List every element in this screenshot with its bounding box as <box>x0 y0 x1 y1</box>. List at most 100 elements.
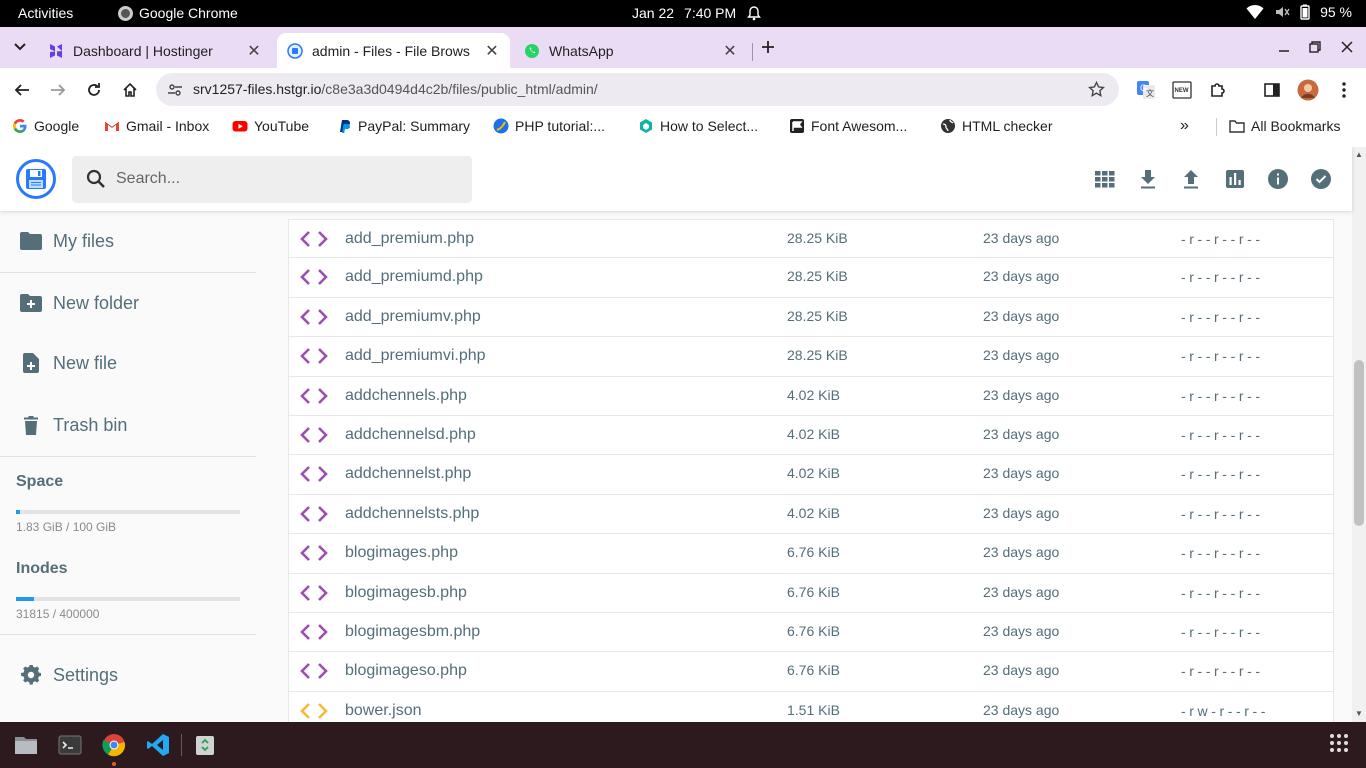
tab-hostinger[interactable]: Dashboard | Hostinger ✕ <box>38 33 272 68</box>
upload-button[interactable] <box>1179 167 1203 191</box>
reload-button[interactable] <box>82 78 106 102</box>
home-button[interactable] <box>118 78 142 102</box>
url-path: /c8e3a3d0494d4c2b/files/public_html/admi… <box>321 81 598 97</box>
news-extension[interactable]: NEW <box>1171 79 1193 101</box>
file-size: 28.25 KiB <box>787 230 848 246</box>
tab-title: Dashboard | Hostinger <box>73 42 213 59</box>
switch-view-button[interactable] <box>1093 167 1117 191</box>
avatar-icon <box>1297 79 1319 101</box>
puzzle-icon <box>1211 83 1225 97</box>
trash-app-icon[interactable] <box>193 733 217 757</box>
file-row[interactable]: blogimagesb.php 6.76 KiB 23 days ago -r--r-… <box>288 573 1334 613</box>
bookmark-gmail[interactable]: Gmail - Inbox <box>104 118 209 134</box>
all-bookmarks-button[interactable]: All Bookmarks <box>1229 118 1340 134</box>
bookmark-label: Google <box>34 118 80 134</box>
bookmark-paypal[interactable]: PayPal: Summary <box>336 118 470 134</box>
file-row[interactable]: addchennels.php 4.02 KiB 23 days ago -r--r-… <box>288 376 1334 416</box>
chrome-icon <box>118 5 133 21</box>
file-row[interactable]: addchennelst.php 4.02 KiB 23 days ago -r--r… <box>288 455 1334 495</box>
bookmark-google[interactable]: Google <box>12 118 79 134</box>
chrome-app-icon[interactable] <box>102 733 126 757</box>
back-button[interactable] <box>10 78 34 102</box>
file-row[interactable]: blogimageso.php 6.76 KiB 23 days ago -r--r-… <box>288 652 1334 692</box>
vscode-app-icon[interactable] <box>146 733 170 757</box>
bookmarks-overflow-button[interactable]: » <box>1180 117 1189 135</box>
bookmark-font-awesome[interactable]: Font Awesom... <box>789 118 907 134</box>
svg-text:文: 文 <box>1146 88 1154 98</box>
new-tab-button[interactable] <box>756 35 780 59</box>
extensions-button[interactable] <box>1207 79 1229 101</box>
kebab-menu-icon <box>1342 82 1346 98</box>
select-multiple-button[interactable] <box>1309 167 1333 191</box>
tab-search-button[interactable] <box>8 35 32 59</box>
file-permissions: -rw-r--r-- <box>1181 702 1270 719</box>
search-input[interactable] <box>116 168 456 190</box>
active-app-indicator[interactable]: Google Chrome <box>118 5 238 21</box>
address-bar[interactable]: srv1257-files.hstgr.io/c8e3a3d0494d4c2b/… <box>156 73 1119 106</box>
volume-muted-icon <box>1276 7 1290 17</box>
sidebar-item-new-file[interactable]: New file <box>0 333 256 393</box>
sidebar-item-settings[interactable]: Settings <box>0 645 256 705</box>
file-row[interactable]: blogimagesbm.php 6.76 KiB 23 days ago -r--r… <box>288 612 1334 653</box>
dock-separator <box>181 734 182 756</box>
close-icon[interactable]: ✕ <box>482 41 502 61</box>
search-box[interactable] <box>72 156 472 203</box>
file-size: 1.51 KiB <box>787 701 840 718</box>
space-usage-fill <box>16 510 21 514</box>
bookmark-php-tutorial[interactable]: PHP tutorial:... <box>493 118 605 134</box>
terminal-app-icon[interactable] <box>58 733 82 757</box>
google-translate-extension[interactable]: G文 <box>1135 79 1157 101</box>
sidebar-item-trash-bin[interactable]: Trash bin <box>0 395 256 455</box>
chrome-menu-button[interactable] <box>1333 79 1355 101</box>
all-bookmarks-separator <box>1216 118 1217 136</box>
download-button[interactable] <box>1136 167 1160 191</box>
system-tray[interactable]: 95 % <box>1246 4 1352 20</box>
wifi-icon <box>1246 4 1264 19</box>
file-name: add_premiumvi.php <box>345 347 486 365</box>
disk-usage-button[interactable] <box>1223 167 1247 191</box>
page-scrollbar[interactable]: ▲ ▼ <box>1352 147 1366 722</box>
info-button[interactable] <box>1266 167 1290 191</box>
file-row[interactable]: add_premium.php 28.25 KiB 23 days ago -r--r… <box>288 219 1334 259</box>
bookmark-how-to-select[interactable]: How to Select... <box>638 118 758 134</box>
close-window-button[interactable] <box>1335 35 1359 59</box>
sidebar-item-new-folder[interactable]: New folder <box>0 273 256 333</box>
file-permissions: -r--r--r-- <box>1181 505 1264 522</box>
sidebar-item-my-files[interactable]: My files <box>0 211 256 271</box>
sidebar-item-label: My files <box>53 230 115 251</box>
bookmark-youtube[interactable]: YouTube <box>232 118 309 134</box>
side-panel-button[interactable] <box>1261 79 1283 101</box>
close-icon[interactable]: ✕ <box>720 41 740 61</box>
filebrowser-logo[interactable] <box>16 159 56 199</box>
code-icon <box>300 427 328 443</box>
tab-file-browser[interactable]: admin - Files - File Brows ✕ <box>277 33 510 68</box>
scrollbar-thumb[interactable] <box>1354 360 1364 526</box>
note-add-icon <box>19 351 43 375</box>
minimize-button[interactable] <box>1272 35 1296 59</box>
files-app-icon[interactable] <box>14 733 38 757</box>
file-name: addchennelsts.php <box>345 504 480 522</box>
site-settings-icon[interactable] <box>167 82 183 98</box>
file-row[interactable]: blogimages.php 6.76 KiB 23 days ago -r--r--… <box>288 534 1334 574</box>
show-apps-button[interactable] <box>1329 733 1353 757</box>
bookmark-html-checker[interactable]: HTML checker <box>940 118 1053 134</box>
file-row[interactable]: bower.json 1.51 KiB 23 days ago -rw-r--r-- <box>288 691 1334 722</box>
clock[interactable]: Jan 22 7:40 PM <box>632 5 762 21</box>
scroll-up-arrow-icon[interactable]: ▲ <box>1355 150 1363 159</box>
file-row[interactable]: add_premiumvi.php 28.25 KiB 23 days ago -r-… <box>288 337 1334 377</box>
forward-button[interactable] <box>46 78 70 102</box>
activities-button[interactable]: Activities <box>18 5 73 21</box>
restore-button[interactable] <box>1303 35 1327 59</box>
file-modified: 23 days ago <box>983 544 1060 561</box>
file-row[interactable]: addchennelsts.php 4.02 KiB 23 days ago -r--… <box>288 494 1334 535</box>
profile-avatar[interactable] <box>1297 79 1319 101</box>
file-row[interactable]: addchennelsd.php 4.02 KiB 23 days ago -r--r… <box>288 415 1334 456</box>
file-row[interactable]: add_premiumd.php 28.25 KiB 23 days ago -r--… <box>288 258 1334 298</box>
tab-whatsapp[interactable]: WhatsApp ✕ <box>514 33 748 68</box>
star-icon[interactable] <box>1088 81 1105 98</box>
scroll-down-arrow-icon[interactable]: ▼ <box>1355 709 1363 718</box>
clock-time: 7:40 PM <box>684 5 737 21</box>
code-icon <box>300 269 328 286</box>
file-row[interactable]: add_premiumv.php 28.25 KiB 23 days ago -r--… <box>288 297 1334 338</box>
close-icon[interactable]: ✕ <box>244 41 264 61</box>
